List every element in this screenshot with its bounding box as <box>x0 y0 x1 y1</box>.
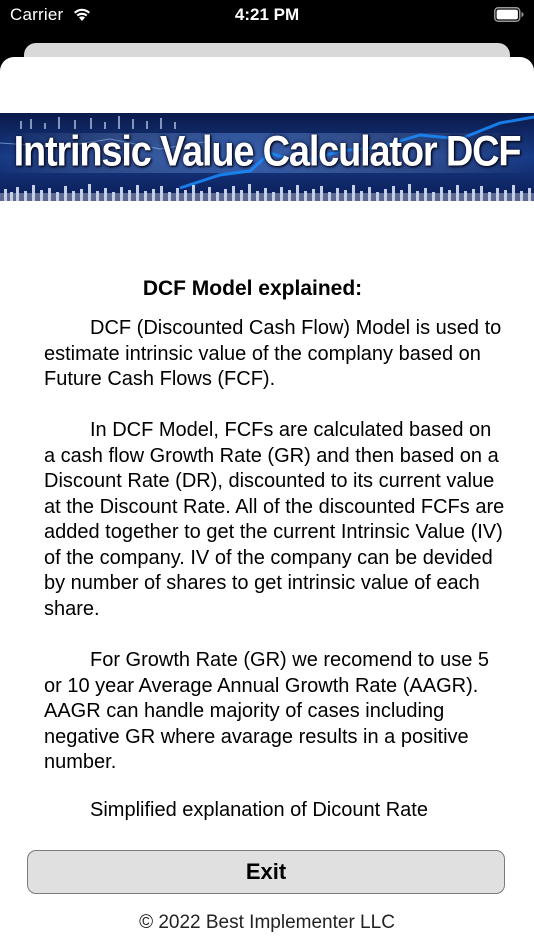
status-time: 4:21 PM <box>234 5 300 24</box>
paragraph-growth-rate: For Growth Rate (GR) we recomend to use … <box>44 649 490 773</box>
paragraph-dcf-intro: DCF (Discounted Cash Flow) Model is used… <box>44 317 502 390</box>
paragraph-discount-rate: Simplified explanation of Dicount Rate <box>90 799 428 821</box>
modal-sheet: Intrinsic Value Calculator DCF DCF Model… <box>0 57 534 950</box>
copyright-text: © 2022 Best Implementer LLC <box>139 912 395 933</box>
section-heading: DCF Model explained: <box>142 277 363 300</box>
app-banner: Intrinsic Value Calculator DCF <box>0 113 534 201</box>
status-bar: Carrier 4:21 PM <box>0 0 534 32</box>
battery-icon <box>494 7 524 22</box>
banner-title: Intrinsic Value Calculator DCF <box>13 128 522 176</box>
paragraph-dcf-calculation: In DCF Model, FCFs are calculated based … <box>44 419 505 620</box>
exit-button[interactable]: Exit <box>27 850 505 894</box>
